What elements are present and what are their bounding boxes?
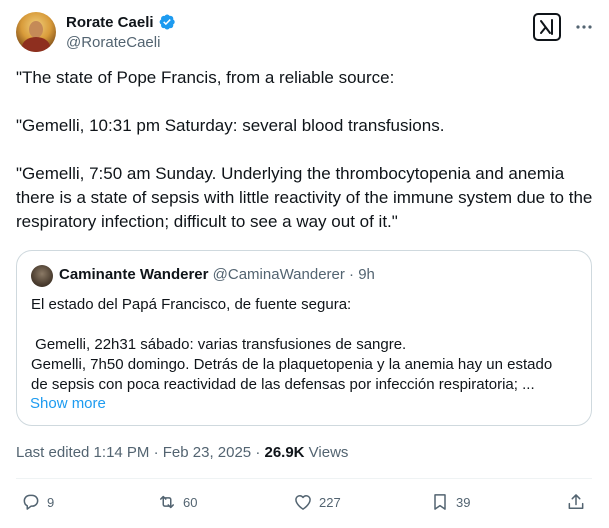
quoted-line: Gemelli, 22h31 sábado: varias transfusio… [31, 336, 407, 353]
actions-divider [16, 478, 592, 479]
reply-icon [23, 494, 39, 510]
bookmark-count: 39 [456, 494, 471, 510]
quoted-line: El estado del Papá Francisco, de fuente … [31, 296, 352, 313]
grok-glyph [540, 19, 553, 35]
quoted-author-avatar[interactable] [31, 265, 53, 287]
quoted-tweet-header: Caminante Wanderer @CaminaWanderer · 9h [59, 266, 375, 283]
author-avatar[interactable] [16, 12, 56, 52]
quoted-line: Gemelli, 7h50 domingo. Detrás de la plaq… [31, 356, 553, 373]
avatar-face [29, 21, 43, 38]
tweet-paragraph: "The state of Pope Francis, from a relia… [16, 68, 395, 87]
author-name-row: Rorate Caeli [66, 13, 176, 31]
repost-button[interactable]: 60 [157, 492, 197, 512]
tweet-paragraph: "Gemelli, 7:50 am Sunday. Underlying the… [16, 164, 593, 231]
reply-button[interactable]: 9 [21, 492, 54, 512]
quoted-author-name[interactable]: Caminante Wanderer [59, 266, 208, 283]
edited-timestamp[interactable]: Last edited 1:14 PM · Feb 23, 2025 · [16, 444, 264, 461]
tweet-text: "The state of Pope Francis, from a relia… [16, 66, 596, 234]
tweet-meta-line: Last edited 1:14 PM · Feb 23, 2025 · 26.… [16, 444, 348, 461]
avatar-robe [22, 37, 50, 52]
quoted-author-handle[interactable]: @CaminaWanderer [213, 266, 345, 283]
verified-badge-icon [159, 14, 175, 30]
repost-icon [160, 495, 174, 509]
share-icon [568, 494, 584, 509]
more-icon[interactable] [574, 17, 594, 37]
show-more-link[interactable]: Show more [30, 395, 106, 412]
views-label: Views [304, 444, 349, 461]
bookmark-icon [434, 494, 446, 510]
quoted-line: de sepsis con poca reactividad de las de… [31, 376, 535, 393]
quoted-timestamp[interactable]: 9h [358, 266, 375, 283]
views-count: 26.9K [264, 444, 305, 461]
author-display-name[interactable]: Rorate Caeli [66, 14, 154, 31]
quoted-tweet-text: El estado del Papá Francisco, de fuente … [31, 295, 581, 395]
bookmark-button[interactable]: 39 [430, 492, 470, 512]
quoted-tweet-card[interactable]: Caminante Wanderer @CaminaWanderer · 9h … [16, 250, 592, 426]
repost-count: 60 [183, 494, 198, 510]
reply-count: 9 [47, 494, 55, 510]
like-count: 227 [319, 494, 341, 510]
author-handle[interactable]: @RorateCaeli [66, 34, 160, 51]
quoted-line: ​ [31, 315, 581, 335]
tweet-paragraph: "Gemelli, 10:31 pm Saturday: several blo… [16, 116, 445, 135]
like-button[interactable]: 227 [293, 492, 341, 512]
grok-icon[interactable] [533, 13, 561, 41]
like-icon [295, 495, 311, 510]
share-button[interactable] [566, 492, 586, 512]
quoted-separator: · [349, 266, 355, 283]
